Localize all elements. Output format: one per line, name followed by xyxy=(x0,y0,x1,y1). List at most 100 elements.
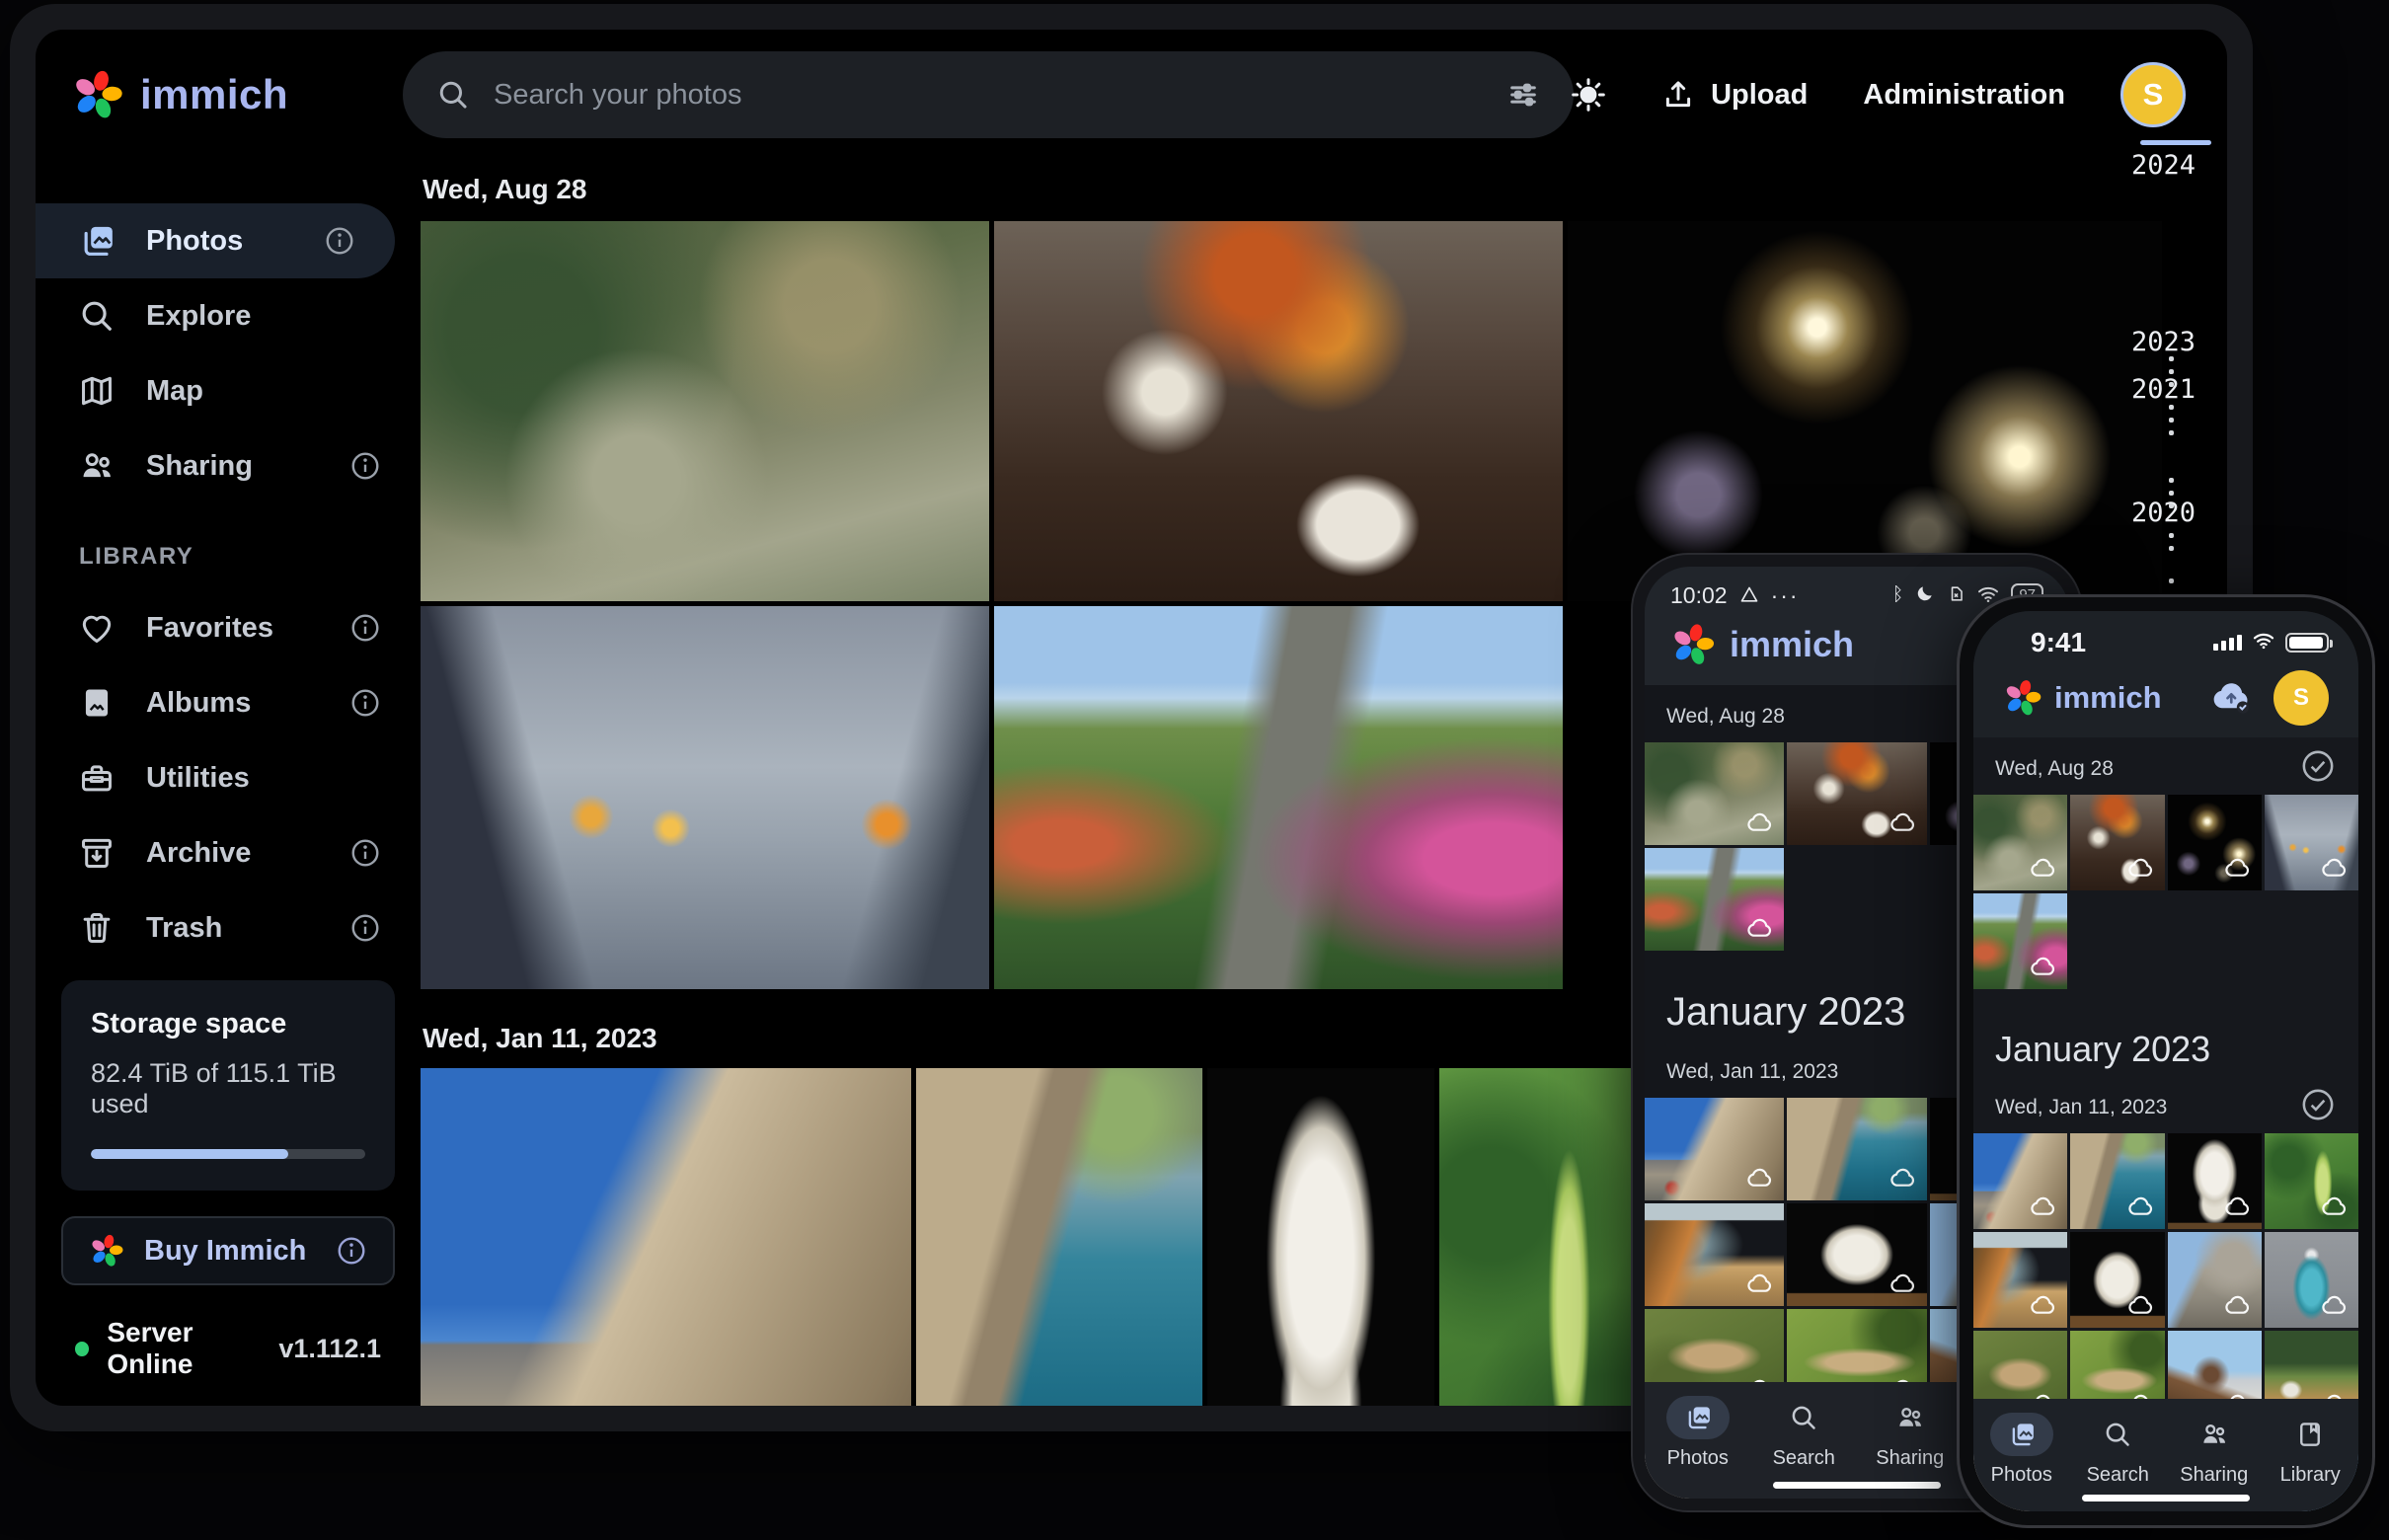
info-icon[interactable] xyxy=(349,687,381,719)
search-filters-icon[interactable] xyxy=(1506,78,1540,112)
photo-dubrovnik-walls[interactable] xyxy=(421,1068,911,1406)
sidebar-item-favorites[interactable]: Favorites xyxy=(36,590,421,665)
photo-dubrovnik-walls[interactable] xyxy=(1973,1133,2067,1229)
bluetooth-icon: ᛒ xyxy=(1892,584,1903,606)
user-avatar[interactable]: S xyxy=(2120,62,2186,127)
nav-library[interactable]: Library xyxy=(2263,1413,2359,1487)
search-icon xyxy=(77,297,116,335)
photo-ornament-tree[interactable] xyxy=(2265,1232,2358,1328)
photo-coastal-fort[interactable] xyxy=(916,1068,1202,1406)
search-bar[interactable] xyxy=(403,51,1574,138)
photo-zoo-monkeys[interactable] xyxy=(421,221,989,601)
sidebar-label: Archive xyxy=(146,837,251,870)
nav-label: Search xyxy=(2087,1464,2149,1487)
cloud-backup-icon xyxy=(2126,1195,2156,1222)
scrubber-year[interactable]: 2023 xyxy=(2131,327,2196,357)
sidebar-item-archive[interactable]: Archive xyxy=(36,815,421,890)
info-icon[interactable] xyxy=(349,837,381,869)
sidebar-item-trash[interactable]: Trash xyxy=(36,890,421,965)
heart-icon xyxy=(77,609,116,647)
nav-photos[interactable]: Photos xyxy=(1973,1413,2070,1487)
scrubber-year[interactable]: 2021 xyxy=(2131,374,2196,405)
app-logo[interactable]: immich xyxy=(36,68,288,121)
date-group-row: Wed, Aug 28 xyxy=(1973,737,2358,795)
select-all-check-icon[interactable] xyxy=(2301,749,2335,783)
sidebar-label: Map xyxy=(146,375,203,408)
photo-autumn-dinner-table[interactable] xyxy=(2070,795,2164,890)
iphone-photo-feed: Wed, Aug 28 January 2023 xyxy=(1973,737,2358,1511)
sidebar-label: Trash xyxy=(146,912,222,945)
photo-fireworks[interactable] xyxy=(2168,795,2262,890)
scrubber-tick xyxy=(2169,491,2174,496)
info-icon[interactable] xyxy=(349,450,381,482)
photo-beach-cliff[interactable] xyxy=(1973,1232,2067,1328)
nav-search[interactable]: Search xyxy=(1751,1396,1858,1470)
photo-sea-grape-plant[interactable] xyxy=(1439,1068,1649,1406)
cloud-backup-icon xyxy=(1745,1272,1775,1299)
sidebar-item-map[interactable]: Map xyxy=(36,353,421,428)
photo-coastal-fort[interactable] xyxy=(2070,1133,2164,1229)
theme-toggle-sun-icon[interactable] xyxy=(1571,77,1606,113)
photo-fireworks[interactable] xyxy=(1568,221,2162,601)
photo-holding-hands[interactable] xyxy=(421,606,989,989)
photo-marble-sculpture[interactable] xyxy=(1787,1203,1926,1306)
photo-marble-sculpture[interactable] xyxy=(2070,1232,2164,1328)
photo-sea-grape-plant[interactable] xyxy=(2265,1133,2358,1229)
photo-dubrovnik-walls[interactable] xyxy=(1645,1098,1784,1200)
nav-label: Library xyxy=(2280,1464,2341,1487)
select-all-check-icon[interactable] xyxy=(2301,1088,2335,1121)
photo-autumn-dinner-table[interactable] xyxy=(994,221,1563,601)
user-avatar[interactable]: S xyxy=(2273,670,2329,726)
sidebar-item-explore[interactable]: Explore xyxy=(36,278,421,353)
signal-bars-icon xyxy=(2213,635,2242,651)
nav-sharing[interactable]: Sharing xyxy=(2166,1413,2263,1487)
iphone-clock: 9:41 xyxy=(2003,627,2086,658)
info-icon[interactable] xyxy=(349,912,381,944)
photo-holding-hands[interactable] xyxy=(2265,795,2358,890)
server-status-label: Server Online xyxy=(107,1317,278,1380)
nav-sharing[interactable]: Sharing xyxy=(1857,1396,1964,1470)
cloud-sync-icon[interactable] xyxy=(2210,680,2254,716)
ellipsis-icon: ··· xyxy=(1771,582,1800,609)
buy-immich-button[interactable]: Buy Immich xyxy=(61,1216,395,1285)
upload-button[interactable]: Upload xyxy=(1661,78,1808,112)
library-section-label: LIBRARY xyxy=(79,543,421,571)
scrubber-position-indicator[interactable] xyxy=(2140,140,2211,145)
sidebar-item-sharing[interactable]: Sharing xyxy=(36,428,421,503)
photo-castle-ruins[interactable] xyxy=(2168,1232,2262,1328)
nav-search[interactable]: Search xyxy=(2070,1413,2167,1487)
photo-garden-path[interactable] xyxy=(994,606,1563,989)
cloud-backup-icon xyxy=(1888,1167,1918,1194)
cloud-backup-icon xyxy=(1745,1167,1775,1194)
sidebar-item-albums[interactable]: Albums xyxy=(36,665,421,740)
sidebar-item-utilities[interactable]: Utilities xyxy=(36,740,421,815)
photo-coastal-fort[interactable] xyxy=(1787,1098,1926,1200)
scrubber-tick xyxy=(2169,430,2174,435)
photo-zoo-monkeys[interactable] xyxy=(1973,795,2067,890)
info-icon[interactable] xyxy=(336,1235,367,1267)
home-indicator[interactable] xyxy=(2082,1495,2250,1502)
nav-photos[interactable]: Photos xyxy=(1645,1396,1751,1470)
iphone-status-bar: 9:41 xyxy=(2003,619,2329,666)
search-input[interactable] xyxy=(494,79,1483,112)
server-version: v1.112.1 xyxy=(278,1334,381,1364)
photo-beach-cliff[interactable] xyxy=(1645,1203,1784,1306)
scrubber-year[interactable]: 2024 xyxy=(2131,150,2196,181)
scrubber-year[interactable]: 2020 xyxy=(2131,498,2196,528)
toolbox-icon xyxy=(77,759,116,797)
cloud-backup-icon xyxy=(2029,1294,2058,1321)
administration-link[interactable]: Administration xyxy=(1863,79,2065,112)
cloud-backup-icon xyxy=(2320,1294,2350,1321)
photo-garden-path[interactable] xyxy=(1645,848,1784,951)
photo-zoo-monkeys[interactable] xyxy=(1645,742,1784,845)
sidebar-item-photos[interactable]: Photos xyxy=(36,203,395,278)
photo-marble-bust[interactable] xyxy=(1207,1068,1434,1406)
nav-label: Photos xyxy=(1667,1447,1729,1470)
info-icon[interactable] xyxy=(349,612,381,644)
photo-garden-path[interactable] xyxy=(1973,893,2067,989)
info-icon[interactable] xyxy=(324,225,355,257)
photo-marble-bust[interactable] xyxy=(2168,1133,2262,1229)
photo-autumn-dinner-table[interactable] xyxy=(1787,742,1926,845)
home-indicator[interactable] xyxy=(1773,1482,1941,1489)
moon-icon xyxy=(1915,582,1935,609)
